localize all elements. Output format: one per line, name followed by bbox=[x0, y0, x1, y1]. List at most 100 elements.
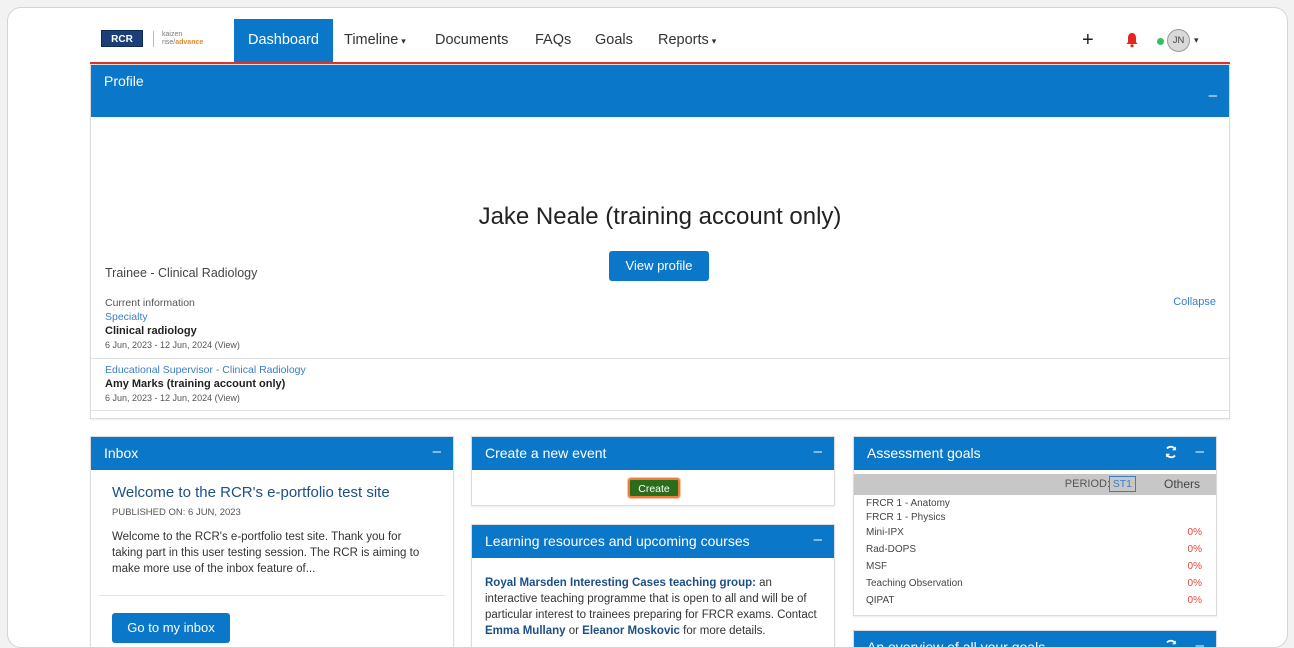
plus-icon[interactable]: + bbox=[1082, 19, 1094, 62]
period-label: PERIOD: bbox=[1064, 478, 1110, 490]
goal-name: MSF bbox=[866, 561, 888, 572]
refresh-icon[interactable] bbox=[1164, 445, 1178, 459]
supervisor-label: Educational Supervisor - Clinical Radiol… bbox=[105, 364, 306, 376]
nav-timeline-label: Timeline bbox=[344, 32, 399, 48]
goal-row[interactable]: FRCR 1 - Anatomy bbox=[866, 498, 1202, 510]
collapse-button[interactable]: – bbox=[814, 443, 822, 460]
goal-row[interactable]: Mini-IPX 0% bbox=[866, 527, 1202, 539]
goal-row[interactable]: Teaching Observation 0% bbox=[866, 578, 1202, 590]
overview-panel-title: An overview of all your goals bbox=[867, 639, 1046, 648]
learning-resources-panel: Learning resources and upcoming courses … bbox=[471, 524, 835, 647]
goals-panel-header: Assessment goals – bbox=[854, 437, 1216, 470]
bell-icon[interactable] bbox=[1125, 32, 1139, 48]
brand[interactable]: RCR kaizen rise/advance bbox=[101, 30, 203, 47]
goals-overview-panel: An overview of all your goals – bbox=[853, 630, 1217, 648]
kaizen-line2: rise/advance bbox=[162, 39, 203, 47]
goal-row[interactable]: Rad-DOPS 0% bbox=[866, 544, 1202, 556]
browser-frame: RCR kaizen rise/advance Dashboard Timeli… bbox=[7, 7, 1288, 648]
divider bbox=[99, 595, 445, 596]
kaizen-logo: kaizen rise/advance bbox=[153, 30, 203, 47]
supervisor-dates[interactable]: 6 Jun, 2023 - 12 Jun, 2024 (View) bbox=[105, 391, 306, 405]
goal-row[interactable]: QIPAT 0% bbox=[866, 595, 1202, 607]
nav-dashboard[interactable]: Dashboard bbox=[234, 19, 333, 62]
kaizen-line1: kaizen bbox=[162, 30, 183, 38]
nav-goals[interactable]: Goals bbox=[595, 19, 633, 62]
profile-panel-header: Profile – bbox=[91, 65, 1229, 117]
resource-text: or bbox=[565, 625, 583, 637]
nav-reports-label: Reports bbox=[658, 32, 709, 48]
specialty-value: Clinical radiology bbox=[105, 325, 197, 337]
collapse-button[interactable]: – bbox=[1209, 87, 1217, 104]
contact-link[interactable]: Eleanor Moskovic bbox=[582, 625, 680, 637]
goal-percent: 0% bbox=[1187, 561, 1202, 572]
learning-resources-text: Royal Marsden Interesting Cases teaching… bbox=[485, 575, 825, 639]
resource-link[interactable]: Royal Marsden Interesting Cases teaching… bbox=[485, 577, 756, 589]
goal-name: QIPAT bbox=[866, 595, 895, 606]
goal-name: Mini-IPX bbox=[866, 527, 904, 538]
goal-row[interactable]: MSF 0% bbox=[866, 561, 1202, 573]
learning-panel-header: Learning resources and upcoming courses … bbox=[472, 525, 834, 558]
divider bbox=[91, 410, 1229, 411]
goals-panel-title: Assessment goals bbox=[867, 445, 981, 461]
goal-percent: 0% bbox=[1187, 578, 1202, 589]
collapse-button[interactable]: – bbox=[1196, 637, 1204, 647]
kaizen-rise: rise/ bbox=[162, 38, 176, 46]
contact-link[interactable]: Emma Mullany bbox=[485, 625, 566, 637]
chevron-down-icon: ▾ bbox=[401, 36, 406, 46]
goal-name: Teaching Observation bbox=[866, 578, 963, 589]
specialty-label: Specialty bbox=[105, 311, 148, 323]
profile-panel: Profile – Jake Neale (training account o… bbox=[90, 64, 1230, 419]
profile-panel-title: Profile bbox=[104, 73, 144, 89]
rcr-logo: RCR bbox=[101, 30, 143, 47]
inbox-panel-title: Inbox bbox=[104, 445, 139, 461]
goal-name: FRCR 1 - Anatomy bbox=[866, 498, 950, 509]
goal-row[interactable]: FRCR 1 - Physics bbox=[866, 512, 1202, 524]
goal-percent: 0% bbox=[1187, 595, 1202, 606]
top-navbar: RCR kaizen rise/advance Dashboard Timeli… bbox=[90, 19, 1230, 64]
inbox-published-date: PUBLISHED ON: 6 JUN, 2023 bbox=[112, 507, 241, 518]
chevron-down-icon[interactable]: ▾ bbox=[1194, 35, 1199, 46]
online-status-dot bbox=[1157, 38, 1164, 45]
create-event-panel-header: Create a new event – bbox=[472, 437, 834, 470]
overview-panel-header: An overview of all your goals – bbox=[854, 631, 1216, 648]
inbox-message-title[interactable]: Welcome to the RCR's e-portfolio test si… bbox=[112, 484, 390, 501]
goal-name: Rad-DOPS bbox=[866, 544, 917, 555]
profile-name: Jake Neale (training account only) bbox=[478, 203, 842, 230]
collapse-link[interactable]: Collapse bbox=[1173, 296, 1216, 308]
current-information: Current information Specialty Clinical r… bbox=[105, 296, 240, 352]
inbox-panel-header: Inbox – bbox=[91, 437, 453, 470]
divider bbox=[91, 358, 1229, 359]
period-others-tab[interactable]: Others bbox=[1164, 477, 1200, 491]
collapse-button[interactable]: – bbox=[814, 531, 822, 548]
nav-reports[interactable]: Reports ▾ bbox=[658, 19, 716, 62]
chevron-down-icon: ▾ bbox=[711, 36, 717, 46]
goal-percent: 0% bbox=[1187, 527, 1202, 538]
go-to-inbox-button[interactable]: Go to my inbox bbox=[112, 613, 230, 643]
create-event-panel-title: Create a new event bbox=[485, 445, 607, 461]
nav-documents[interactable]: Documents bbox=[435, 19, 508, 62]
nav-faqs[interactable]: FAQs bbox=[535, 19, 571, 62]
assessment-goals-panel: Assessment goals – PERIOD: ST1 Others FR… bbox=[853, 436, 1217, 616]
collapse-button[interactable]: – bbox=[1196, 443, 1204, 460]
refresh-icon[interactable] bbox=[1164, 639, 1178, 648]
profile-role: Trainee - Clinical Radiology bbox=[105, 266, 258, 280]
view-profile-button[interactable]: View profile bbox=[609, 251, 709, 281]
inbox-panel: Inbox – Welcome to the RCR's e-portfolio… bbox=[90, 436, 454, 647]
collapse-button[interactable]: – bbox=[433, 443, 441, 460]
goal-percent: 0% bbox=[1187, 544, 1202, 555]
avatar[interactable]: JN bbox=[1167, 29, 1190, 52]
inbox-message-body: Welcome to the RCR's e-portfolio test si… bbox=[112, 531, 420, 575]
create-button[interactable]: Create bbox=[628, 478, 680, 498]
goal-name: FRCR 1 - Physics bbox=[866, 512, 946, 523]
period-selector: PERIOD: ST1 Others bbox=[854, 474, 1216, 495]
supervisor-value: Amy Marks (training account only) bbox=[105, 378, 286, 390]
kaizen-advance: advance bbox=[175, 38, 204, 46]
specialty-dates[interactable]: 6 Jun, 2023 - 12 Jun, 2024 (View) bbox=[105, 338, 240, 352]
create-event-panel: Create a new event – Create bbox=[471, 436, 835, 506]
period-st1-tab[interactable]: ST1 bbox=[1108, 476, 1136, 492]
nav-timeline[interactable]: Timeline ▾ bbox=[344, 19, 406, 62]
resource-text: for more details. bbox=[679, 625, 766, 637]
supervisor-info: Educational Supervisor - Clinical Radiol… bbox=[105, 363, 306, 405]
current-info-heading: Current information bbox=[105, 297, 195, 309]
learning-panel-title: Learning resources and upcoming courses bbox=[485, 533, 750, 549]
